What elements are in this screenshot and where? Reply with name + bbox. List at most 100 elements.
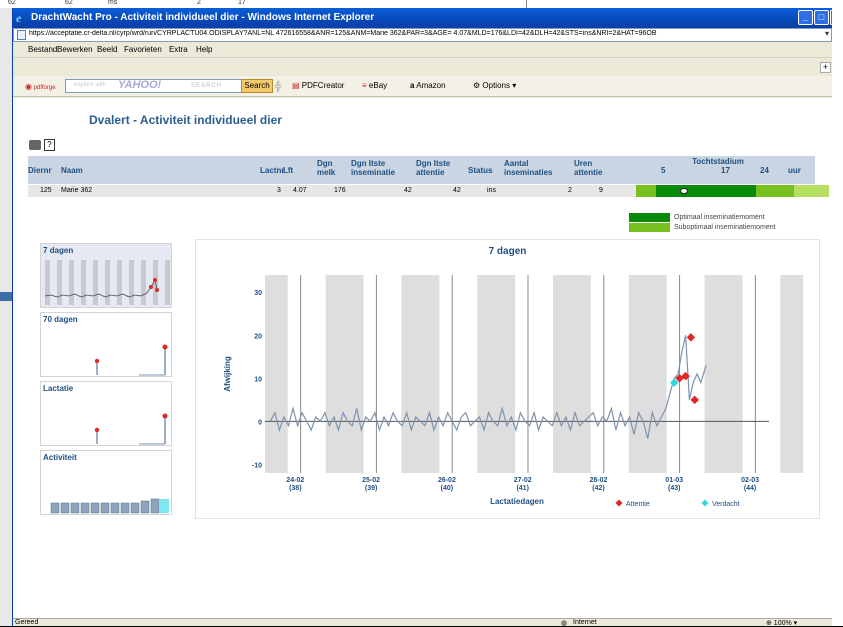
pdfcreator-button[interactable]: ▤ PDFCreator: [292, 81, 344, 90]
help-icon[interactable]: ?: [44, 139, 55, 151]
close-button[interactable]: [830, 10, 832, 25]
menu-help[interactable]: Help: [196, 45, 212, 54]
legend-label: Attentie: [626, 501, 650, 508]
x-tick-label: (43): [668, 485, 680, 492]
gray-band: [553, 275, 591, 473]
ebay-icon: ≡: [362, 81, 367, 90]
search-label: SEARCH: [191, 83, 223, 89]
cell-aantal-ins: 2: [568, 187, 572, 194]
bg-value: 2: [197, 0, 201, 6]
page-icon: [17, 30, 26, 40]
attentie-marker: [690, 395, 699, 405]
stadium-tick-5: 5: [661, 166, 666, 175]
title-bar[interactable]: e DrachtWacht Pro - Activiteit individue…: [13, 8, 832, 28]
y-axis-label: Afwijking: [223, 356, 232, 392]
x-tick-label: (39): [365, 485, 377, 492]
zone-label: Internet: [573, 619, 597, 626]
options-button[interactable]: ⚙ Options ▾: [473, 81, 516, 90]
x-tick-label: 02-03: [741, 477, 759, 484]
yahoo-search-input[interactable]: explore with YAHOO! SEARCH ▾: [65, 79, 248, 93]
menu-extra[interactable]: Extra: [169, 45, 188, 54]
stadium-unit: uur: [788, 166, 801, 175]
maximize-button[interactable]: □: [814, 10, 829, 25]
cell-lft: 4.07: [293, 187, 307, 194]
thumbnail-7-dagen[interactable]: 7 dagen: [40, 243, 172, 308]
gray-band: [325, 275, 364, 473]
menu-favorieten[interactable]: Favorieten: [124, 45, 162, 54]
cell-lactnr: 3: [277, 187, 281, 194]
minimize-button[interactable]: _: [798, 10, 813, 25]
stadium-tick-17: 17: [721, 166, 730, 175]
legend-swatch-optimal: [629, 213, 670, 222]
x-tick-label: (38): [289, 485, 301, 492]
toolbar-row: +: [13, 57, 832, 76]
menu-bestand[interactable]: Bestand: [28, 45, 57, 54]
legend-marker: [701, 499, 709, 507]
y-tick-label: 30: [254, 290, 262, 297]
print-icon[interactable]: [29, 140, 41, 150]
gray-band: [265, 275, 288, 473]
search-toolbar: ◉ pdfforge explore with YAHOO! SEARCH ▾ …: [13, 76, 832, 97]
desktop-edge-accent: [0, 292, 12, 301]
y-tick-label: -10: [252, 462, 262, 469]
page-content: Dvalert - Activiteit individueel dier ? …: [13, 98, 832, 618]
chart-svg: -10 0 10 20 30 24-02(38) 25-02(39) 26-02(40) 27-…: [223, 275, 804, 508]
gray-band: [704, 275, 743, 473]
x-tick-label: (42): [592, 485, 604, 492]
ebay-button[interactable]: ≡ eBay: [362, 81, 387, 90]
y-tick-label: 0: [258, 419, 262, 426]
thumbnail-activiteit[interactable]: Activiteit: [40, 450, 172, 515]
cell-naam: Marie 362: [61, 187, 93, 194]
stadium-segment-optimal: [656, 185, 756, 197]
ebay-label: eBay: [368, 81, 388, 90]
legend-swatch-suboptimal: [629, 223, 670, 232]
legend-label-suboptimal: Suboptimaal inseminatiemoment: [674, 224, 776, 231]
url-field[interactable]: https://acceptatie.cr-delta.nl/cyrp/wrd/…: [29, 30, 819, 37]
tochtstadium-bar: [636, 185, 829, 197]
stadium-segment-suboptimal: [756, 185, 794, 197]
menu-beeld[interactable]: Beeld: [97, 45, 117, 54]
add-tab-icon[interactable]: +: [820, 62, 831, 73]
status-text: Gereed: [15, 619, 39, 626]
pdfcreator-label: PDFCreator: [301, 81, 345, 90]
activity-chart: 7 dagen -10 0 10 20 30 24-02 (38) 25-02 (39) 26-0…: [195, 239, 820, 519]
col-lactnr: Lactnr: [260, 166, 285, 175]
pdf-icon: ▤: [292, 81, 300, 90]
y-tick-label: 10: [254, 376, 262, 383]
legend-marker: [615, 499, 623, 507]
x-axis-label: Lactatiedagen: [490, 497, 544, 506]
amazon-icon: a: [410, 81, 415, 90]
thumbnail-70-dagen[interactable]: 70 dagen: [40, 312, 172, 377]
col-tochtstadium: Tochtstadium: [692, 157, 744, 166]
search-button[interactable]: Search: [241, 79, 273, 93]
col-status: Status: [468, 166, 493, 175]
background-panel: [526, 0, 686, 8]
menu-bewerken[interactable]: Bewerken: [57, 45, 93, 54]
thumbnail-chart: [50, 498, 169, 514]
x-tick-label: 27-02: [514, 477, 532, 484]
legend-label: Verdacht: [712, 501, 740, 508]
chevron-down-icon[interactable]: ▾: [825, 29, 829, 38]
options-label: Options: [482, 81, 510, 90]
pdfforge-logo[interactable]: ◉ pdfforge: [25, 82, 56, 91]
thumbnail-lactatie[interactable]: Lactatie: [40, 381, 172, 446]
cell-dgn-melk: 176: [334, 187, 346, 194]
cell-status: ins: [487, 187, 496, 194]
col-lft: Lft: [283, 166, 294, 175]
x-tick-label: 28-02: [590, 477, 608, 484]
cell-uren-att: 9: [599, 187, 603, 194]
thumbnail-chart: [94, 413, 168, 445]
address-bar[interactable]: https://acceptatie.cr-delta.nl/cyrp/wrd/…: [13, 28, 832, 42]
gray-band: [401, 275, 440, 473]
x-tick-label: 25-02: [362, 477, 380, 484]
pin-icon[interactable]: ╬: [275, 81, 281, 91]
desktop-edge: [831, 8, 843, 626]
thumbnail-chart: [44, 260, 170, 305]
desktop-edge: [0, 8, 12, 626]
bg-value: 17: [238, 0, 246, 6]
col-uren-attentie: Uren attentie: [574, 159, 603, 177]
amazon-button[interactable]: a Amazon: [410, 81, 446, 90]
table-header: Diernr Naam Lactnr Lft Dgn melk Dgn ltst…: [28, 156, 815, 184]
x-tick-label: 24-02: [286, 477, 304, 484]
cell-dgn-att: 42: [453, 187, 461, 194]
